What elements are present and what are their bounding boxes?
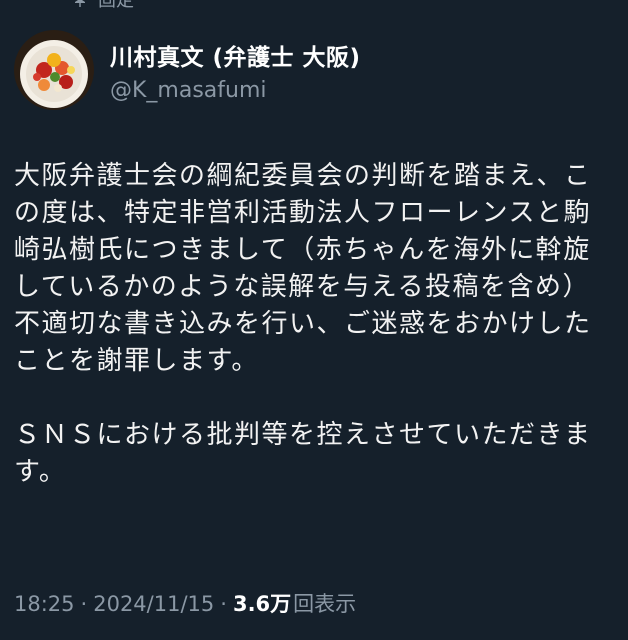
author-display-name[interactable]: 川村真文 (弁護士 大阪)	[110, 38, 361, 72]
views-label[interactable]: 回表示	[293, 588, 356, 618]
pin-icon	[72, 0, 88, 7]
meta-separator: ·	[80, 592, 88, 616]
tweet-meta: 18:25 · 2024/11/15 · 3.6万 回表示	[14, 588, 356, 618]
author-handle[interactable]: @K_masafumi	[110, 78, 361, 103]
tweet-time[interactable]: 18:25	[14, 592, 75, 616]
author-names: 川村真文 (弁護士 大阪) @K_masafumi	[110, 38, 361, 103]
tweet-text: 大阪弁護士会の綱紀委員会の判断を踏まえ、この度は、特定非営利活動法人フローレンス…	[14, 158, 614, 491]
tweet-paragraph: ＳＮＳにおける批判等を控えさせていただきます。	[14, 420, 592, 487]
tweet-paragraph: 大阪弁護士会の綱紀委員会の判断を踏まえ、この度は、特定非営利活動法人フローレンス…	[14, 161, 592, 376]
tweet-date[interactable]: 2024/11/15	[93, 592, 214, 616]
pinned-label: 固定	[98, 0, 134, 11]
meta-separator: ·	[220, 592, 227, 616]
tweet-header: 川村真文 (弁護士 大阪) @K_masafumi	[14, 30, 361, 110]
avatar[interactable]	[14, 30, 94, 110]
views-count[interactable]: 3.6万	[233, 588, 291, 618]
pinned-indicator: 固定	[72, 0, 134, 11]
